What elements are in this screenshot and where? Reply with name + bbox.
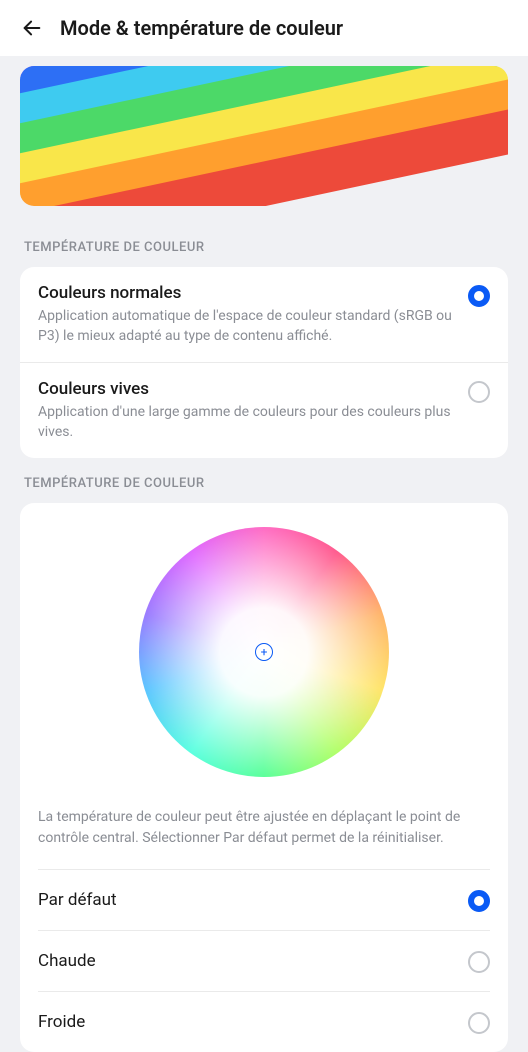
radio-temp-cold[interactable] xyxy=(468,1012,490,1034)
option-normal-colors[interactable]: Couleurs normales Application automatiqu… xyxy=(20,267,508,362)
temp-label: Par défaut xyxy=(38,890,117,910)
temp-option-warm[interactable]: Chaude xyxy=(38,930,490,991)
option-title: Couleurs normales xyxy=(38,283,452,303)
temp-label: Chaude xyxy=(38,951,96,971)
option-vivid-colors[interactable]: Couleurs vives Application d'une large g… xyxy=(20,362,508,458)
temp-option-default[interactable]: Par défaut xyxy=(38,869,490,930)
option-desc: Application d'une large gamme de couleur… xyxy=(38,403,452,442)
option-desc: Application automatique de l'espace de c… xyxy=(38,307,452,346)
color-wheel-marker[interactable] xyxy=(255,643,273,661)
color-banner-image xyxy=(20,66,508,206)
section-label-temperature: TEMPÉRATURE DE COULEUR xyxy=(0,458,528,503)
radio-vivid-colors[interactable] xyxy=(468,381,490,403)
app-header: Mode & température de couleur xyxy=(0,0,528,56)
arrow-left-icon xyxy=(21,17,43,39)
temperature-card: La température de couleur peut être ajus… xyxy=(20,503,508,1052)
radio-normal-colors[interactable] xyxy=(468,285,490,307)
radio-temp-default[interactable] xyxy=(468,890,490,912)
section-label-color-mode: TEMPÉRATURE DE COULEUR xyxy=(0,222,528,267)
back-button[interactable] xyxy=(20,16,44,40)
temp-option-cold[interactable]: Froide xyxy=(38,991,490,1052)
color-wheel-picker[interactable] xyxy=(139,527,389,777)
page-title: Mode & température de couleur xyxy=(60,16,343,40)
temp-label: Froide xyxy=(38,1012,85,1032)
option-title: Couleurs vives xyxy=(38,379,452,399)
temperature-desc: La température de couleur peut être ajus… xyxy=(38,807,490,849)
radio-temp-warm[interactable] xyxy=(468,951,490,973)
color-mode-card: Couleurs normales Application automatiqu… xyxy=(20,267,508,458)
